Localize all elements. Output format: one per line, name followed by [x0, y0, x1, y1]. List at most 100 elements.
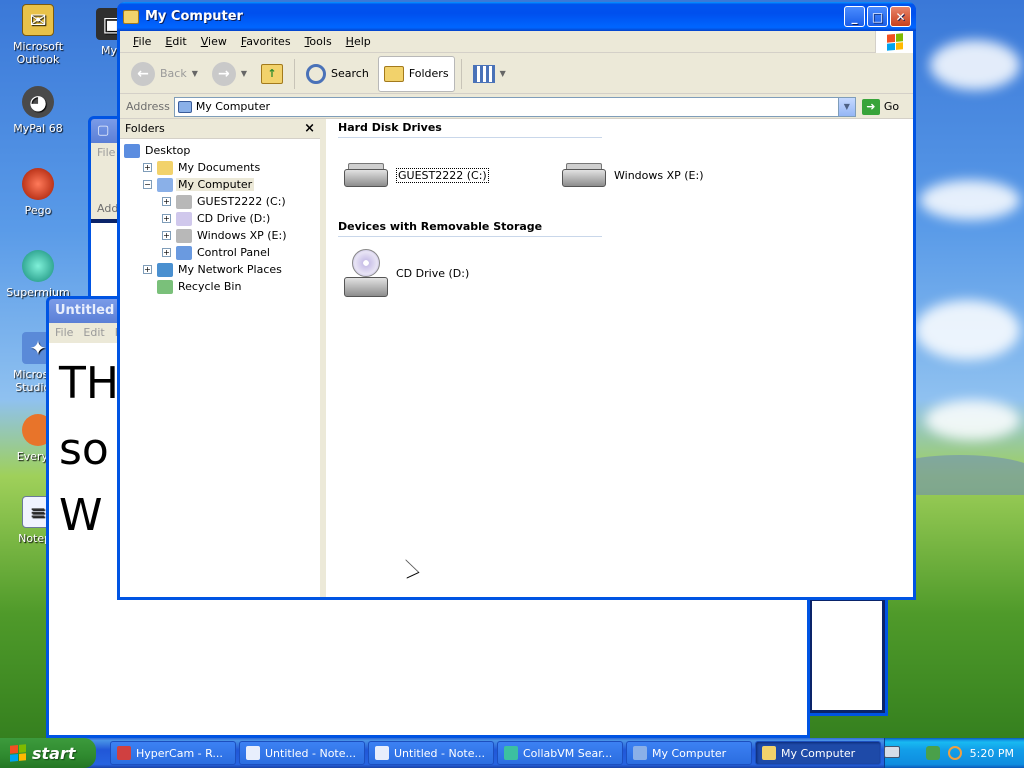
back-arrow-icon: ← [131, 61, 155, 86]
supermium-icon [22, 250, 54, 282]
desktop-icon-mypal[interactable]: ◕ MyPal 68 [0, 86, 76, 135]
menu-favorites[interactable]: Favorites [234, 33, 298, 50]
chevron-down-icon[interactable]: ▼ [500, 69, 506, 78]
network-places-icon [157, 262, 173, 277]
go-arrow-icon: ➜ [861, 98, 880, 115]
folder-tree: Desktop + My Documents − My Computer + GUEST22… [120, 139, 320, 295]
forward-button[interactable]: → ▼ [207, 56, 252, 92]
tree-item[interactable]: Desktop [120, 142, 320, 159]
drive-label: GUEST2222 (C:) [396, 167, 489, 183]
notepad-menu-edit[interactable]: Edit [83, 326, 104, 340]
collapse-icon[interactable]: − [143, 180, 152, 189]
forward-arrow-icon: → [211, 61, 236, 86]
desktop-icon-label: Pego [24, 204, 52, 217]
drive-label: Windows XP (E:) [614, 168, 704, 182]
taskbar-button-label: Untitled - Note... [265, 746, 357, 760]
tree-item[interactable]: + My Network Places [120, 261, 320, 278]
taskbar-button[interactable]: Untitled - Note... [239, 741, 365, 765]
search-label: Search [331, 67, 369, 80]
wallpaper-cloud [920, 180, 1020, 220]
expand-icon[interactable]: + [162, 214, 171, 223]
taskbar-button-label: HyperCam - R... [136, 746, 223, 760]
wallpaper-cloud [925, 400, 1020, 440]
search-button[interactable]: Search [301, 56, 374, 92]
expand-icon[interactable]: + [162, 248, 171, 257]
menu-file[interactable]: File [126, 33, 158, 50]
drive-item-d[interactable]: CD Drive (D:) [342, 249, 469, 297]
window-title: My Computer [145, 9, 243, 24]
expand-icon[interactable]: + [162, 231, 171, 240]
tree-item[interactable]: + GUEST2222 (C:) [120, 193, 320, 210]
taskbar-button-label: Untitled - Note... [394, 746, 486, 760]
pego-icon [22, 168, 54, 200]
address-value: My Computer [195, 100, 270, 113]
minimize-button[interactable]: _ [844, 6, 865, 27]
chevron-down-icon[interactable]: ▼ [192, 69, 198, 78]
window-titlebar[interactable]: My Computer _ □ ✕ [117, 2, 916, 31]
tree-item-label: Control Panel [197, 246, 270, 259]
control-panel-icon [176, 245, 192, 260]
drive-item-c[interactable]: GUEST2222 (C:) [342, 163, 489, 187]
close-icon[interactable]: × [304, 121, 315, 136]
menu-help[interactable]: Help [339, 33, 378, 50]
views-icon [472, 64, 495, 83]
notepad-menu-file[interactable]: File [55, 326, 73, 340]
up-button[interactable]: ↑ [256, 56, 288, 92]
menu-edit[interactable]: Edit [158, 33, 193, 50]
drive-item-e[interactable]: Windows XP (E:) [560, 163, 704, 187]
hard-drive-icon [176, 194, 192, 209]
collabvm-icon [504, 746, 518, 760]
address-dropdown-button[interactable]: ▼ [837, 97, 855, 116]
mypal-icon: ◕ [22, 86, 54, 118]
taskbar-button[interactable]: CollabVM Sear... [497, 741, 623, 765]
taskbar-button[interactable]: HyperCam - R... [110, 741, 236, 765]
expand-icon[interactable]: + [162, 197, 171, 206]
my-computer-window[interactable]: My Computer _ □ ✕ File Edit View Favorit… [117, 2, 916, 600]
taskbar-button[interactable]: My Computer [626, 741, 752, 765]
toolbar-separator [294, 58, 296, 89]
my-computer-icon [157, 177, 173, 192]
tree-item[interactable]: − My Computer [120, 176, 320, 193]
my-computer-icon [633, 746, 647, 760]
notepad-icon [246, 746, 260, 760]
notepad-title: Untitled [55, 303, 115, 318]
clock[interactable]: 5:20 PM [970, 747, 1014, 760]
tree-item[interactable]: + Windows XP (E:) [120, 227, 320, 244]
desktop-icon-pego[interactable]: Pego [0, 168, 76, 217]
chevron-down-icon[interactable]: ▼ [241, 69, 247, 78]
window-controls: _ □ ✕ [844, 6, 911, 27]
close-button[interactable]: ✕ [890, 6, 911, 27]
expand-icon[interactable]: + [143, 163, 152, 172]
keyboard-tray-icon[interactable] [884, 746, 900, 758]
back-button[interactable]: ← Back ▼ [126, 56, 203, 92]
hard-drive-icon [342, 163, 390, 187]
background-window-body [812, 601, 882, 710]
wallpaper-cloud [915, 300, 1020, 360]
tree-item[interactable]: + Control Panel [120, 244, 320, 261]
go-button[interactable]: ➜ Go [861, 98, 899, 115]
search-tray-icon[interactable] [947, 746, 962, 760]
tree-item[interactable]: + CD Drive (D:) [120, 210, 320, 227]
windows-flag-icon [886, 33, 903, 51]
views-button[interactable]: ▼ [468, 56, 511, 92]
cd-drive-icon [342, 249, 390, 297]
taskbar-button[interactable]: My Computer [755, 741, 881, 765]
taskbar-button[interactable]: Untitled - Note... [368, 741, 494, 765]
network-tray-icon[interactable] [925, 746, 940, 760]
desktop-icon-supermium[interactable]: Supermium [0, 250, 76, 299]
notepad-icon [375, 746, 389, 760]
expand-icon[interactable]: + [143, 265, 152, 274]
address-input[interactable]: My Computer ▼ [173, 96, 856, 117]
start-button[interactable]: start [0, 738, 96, 768]
folders-button[interactable]: Folders [377, 55, 455, 92]
wallpaper-cloud [930, 40, 1020, 90]
folders-pane-title: Folders [125, 122, 165, 135]
menu-tools[interactable]: Tools [298, 33, 339, 50]
maximize-button[interactable]: □ [867, 6, 888, 27]
outlook-icon: ✉ [22, 4, 54, 36]
tree-item[interactable]: Recycle Bin [120, 278, 320, 295]
tree-item[interactable]: + My Documents [120, 159, 320, 176]
menu-view[interactable]: View [194, 33, 234, 50]
desktop-icon-outlook[interactable]: ✉ Microsoft Outlook [0, 4, 76, 66]
hard-drive-icon [560, 163, 608, 187]
